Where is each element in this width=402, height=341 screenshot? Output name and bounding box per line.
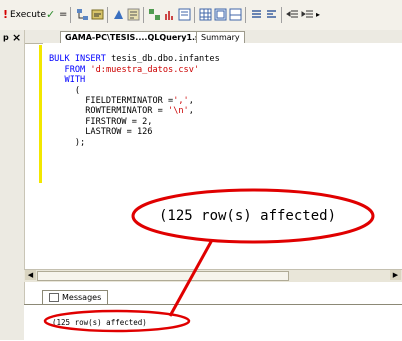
annotation-overlay [43,188,375,333]
result-highlight-ellipse [43,309,191,333]
callout-text: (125 row(s) affected) [159,208,337,224]
callout-pointer-line [168,239,214,317]
